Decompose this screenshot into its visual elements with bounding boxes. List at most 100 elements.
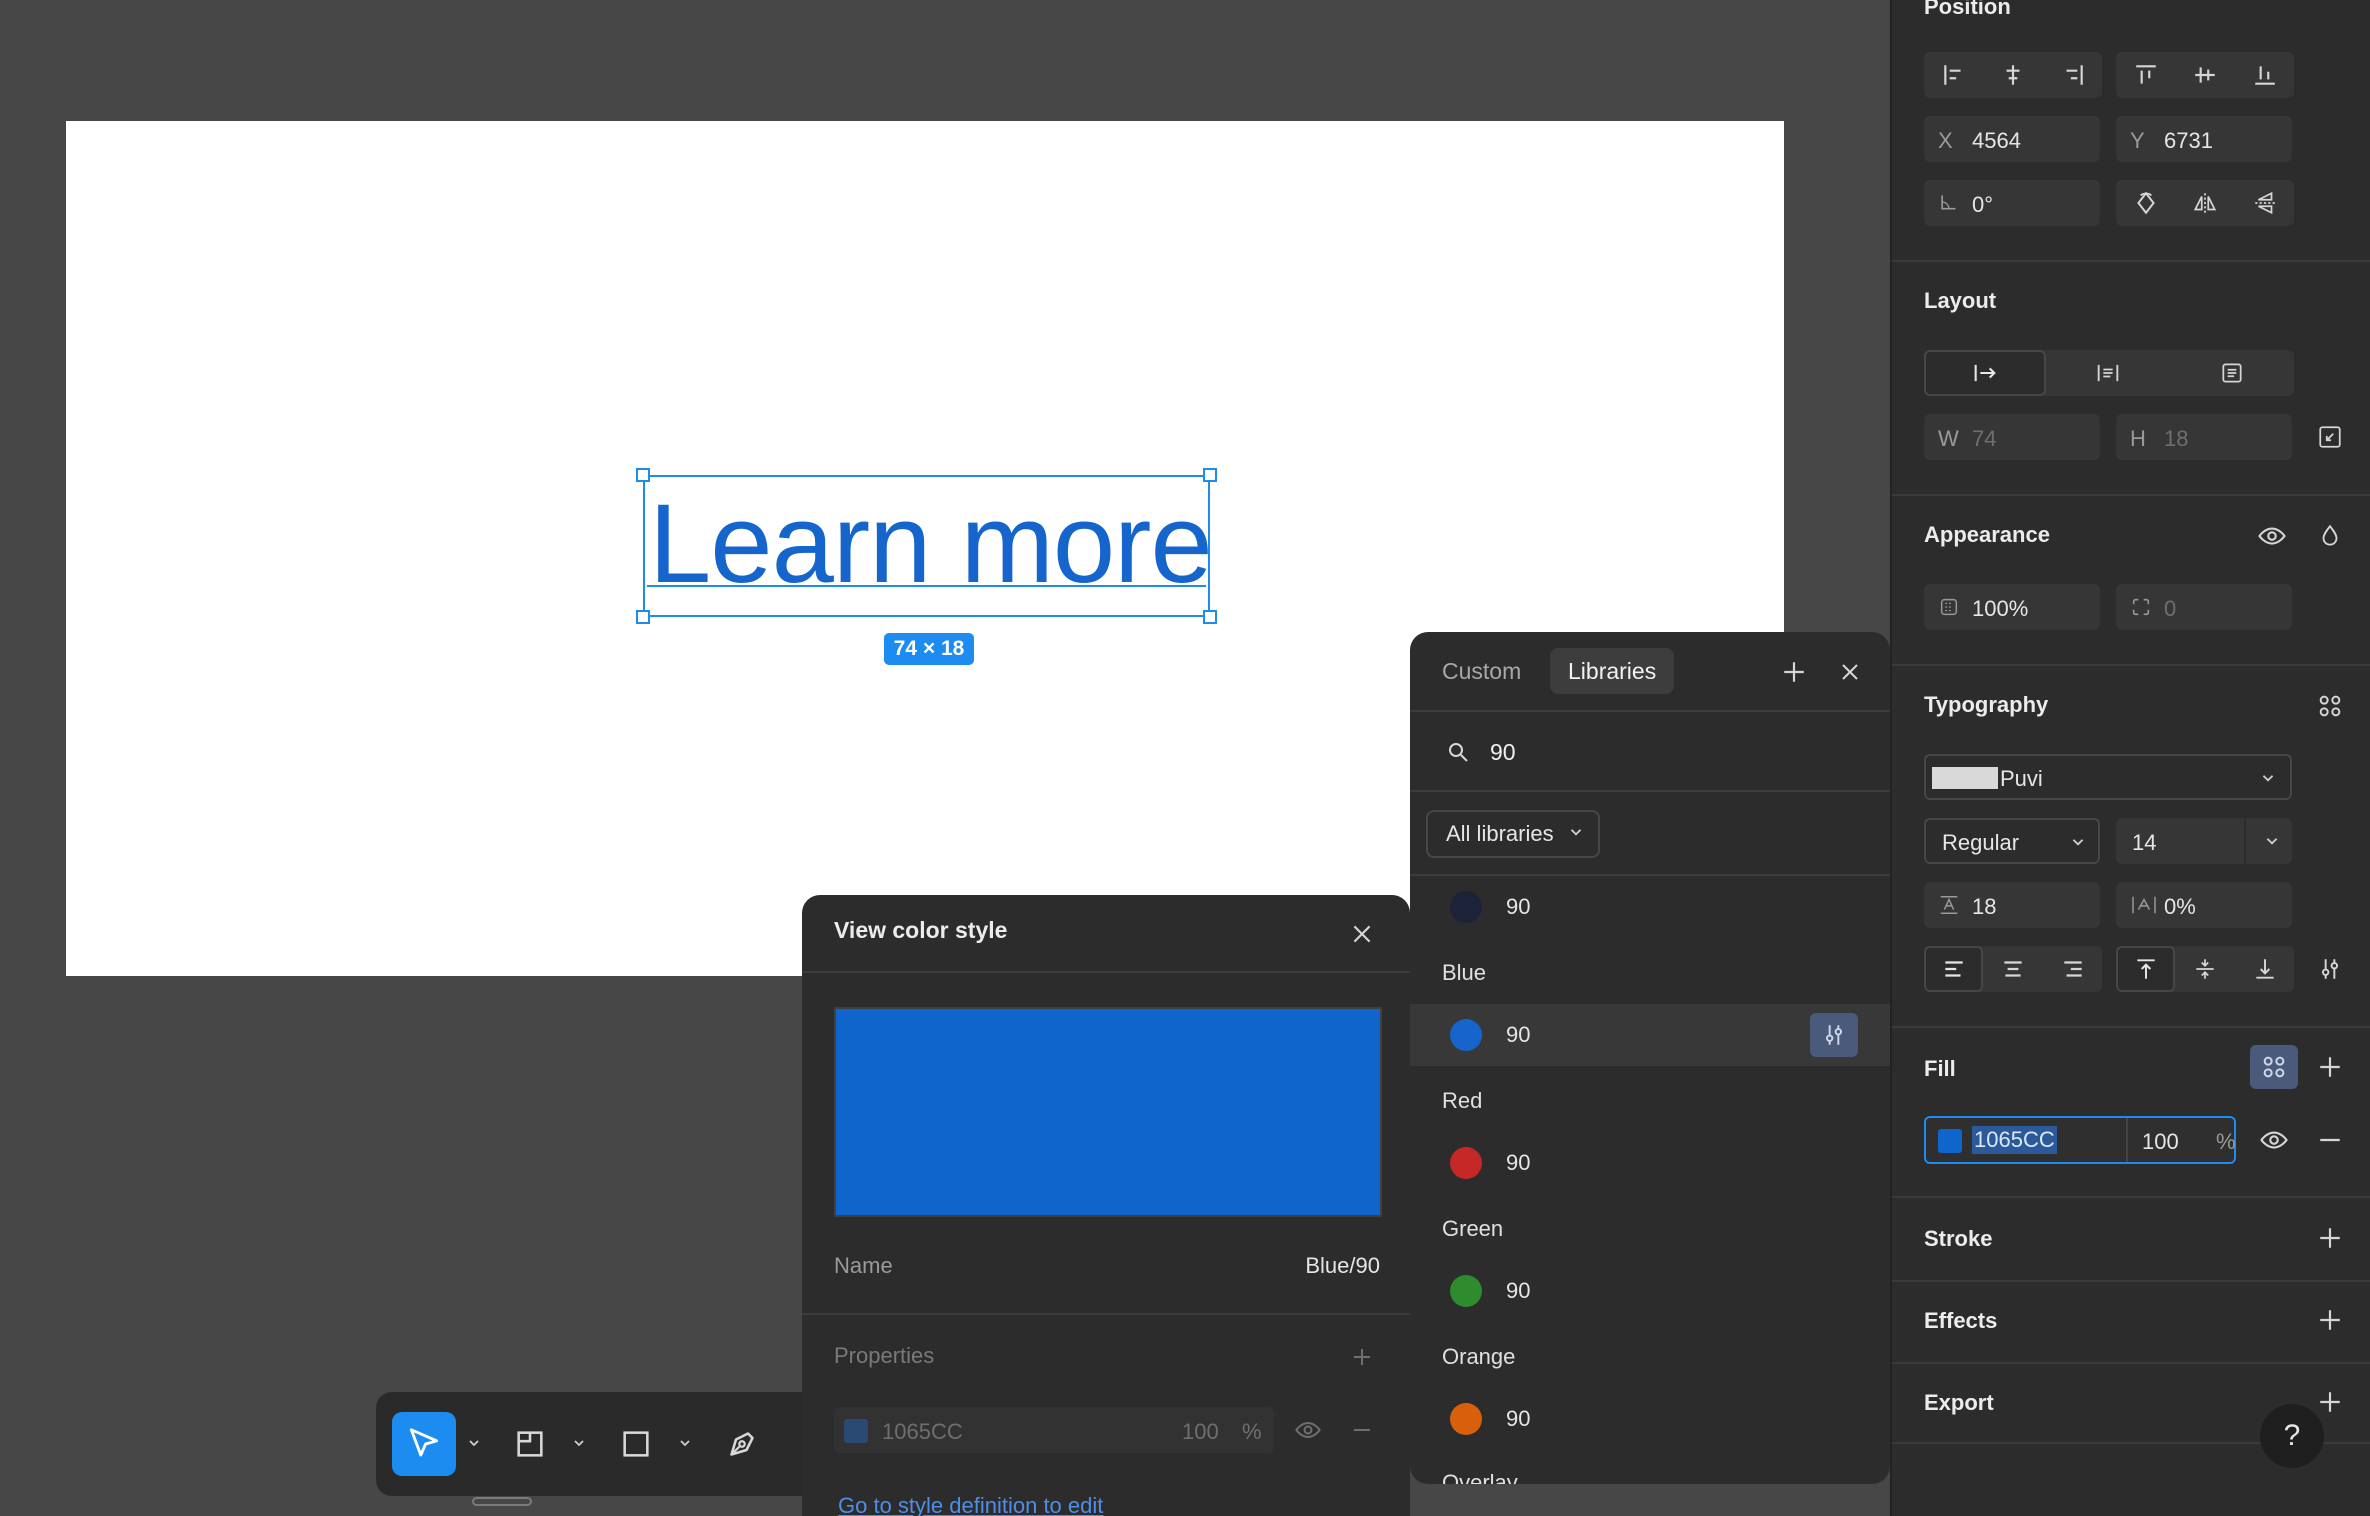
- vertical-align-group: [2116, 52, 2294, 98]
- tab-custom[interactable]: Custom: [1424, 648, 1539, 694]
- fill-hex-value[interactable]: 1065CC: [1972, 1126, 2057, 1154]
- color-search-input[interactable]: [1490, 734, 1850, 770]
- align-right-button[interactable]: [2043, 52, 2102, 98]
- align-top-button[interactable]: [2116, 52, 2175, 98]
- fill-opacity-value[interactable]: 100: [2142, 1129, 2179, 1155]
- rectangle-icon: [623, 1431, 649, 1457]
- frame-tool-chevron[interactable]: [568, 1432, 590, 1454]
- property-opacity: 100: [1182, 1419, 1219, 1444]
- font-weight-value: Regular: [1942, 830, 2020, 855]
- add-color-button[interactable]: [1772, 650, 1816, 694]
- flip-vertical-icon: [2254, 191, 2275, 215]
- height-field[interactable]: H 18: [2116, 414, 2292, 460]
- w-value: 74: [1972, 426, 1997, 451]
- align-bottom-button[interactable]: [2235, 52, 2294, 98]
- close-picker-button[interactable]: [1828, 650, 1872, 694]
- edit-style-button[interactable]: [1810, 1013, 1858, 1057]
- width-field[interactable]: W 74: [1924, 414, 2100, 460]
- text-align-left-button[interactable]: [1924, 946, 1983, 992]
- text-align-right-icon: [2063, 961, 2082, 977]
- selected-text-layer[interactable]: Learn more: [636, 468, 1217, 624]
- close-icon: [1353, 925, 1371, 943]
- corner-radius-field[interactable]: 0: [2116, 584, 2292, 630]
- add-stroke-button[interactable]: [2308, 1216, 2352, 1260]
- resize-handle-bottom-left[interactable]: [636, 610, 650, 624]
- y-position-field[interactable]: Y 6731: [2116, 116, 2292, 162]
- blend-mode-button[interactable]: [2308, 514, 2352, 558]
- font-family-value: Puvi: [2000, 766, 2043, 791]
- resize-options-button[interactable]: [2308, 415, 2352, 459]
- toolbar-drag-handle[interactable]: [472, 1497, 532, 1506]
- move-tool-button[interactable]: [392, 1412, 456, 1476]
- text-styles-button[interactable]: [2308, 684, 2352, 728]
- chevron-down-icon: [2262, 775, 2274, 782]
- property-swatch: [844, 1419, 868, 1443]
- fill-styles-button[interactable]: [2250, 1045, 2298, 1089]
- styles-grid-icon: [2319, 695, 2341, 717]
- text-align-middle-button[interactable]: [2175, 946, 2235, 992]
- go-to-style-definition-link[interactable]: Go to style definition to edit: [838, 1493, 1103, 1516]
- pen-tool-button[interactable]: [710, 1412, 774, 1476]
- fixed-size-button[interactable]: [2170, 350, 2294, 396]
- appearance-section-title: Appearance: [1924, 522, 2050, 547]
- color-item-label: 90: [1506, 894, 1531, 919]
- resize-handle-bottom-right[interactable]: [1203, 610, 1217, 624]
- auto-width-button[interactable]: [1924, 350, 2046, 396]
- font-weight-dropdown[interactable]: Regular: [1924, 818, 2100, 864]
- toggle-visibility-button[interactable]: [2250, 514, 2294, 558]
- text-align-center-button[interactable]: [1983, 946, 2043, 992]
- add-effect-button[interactable]: [2308, 1298, 2352, 1342]
- move-tool-chevron[interactable]: [463, 1432, 485, 1454]
- name-label: Name: [834, 1253, 893, 1278]
- section-divider: [1892, 1196, 2370, 1198]
- add-property-button[interactable]: [1340, 1335, 1384, 1379]
- learn-more-text[interactable]: Learn more: [649, 477, 1213, 611]
- library-filter-dropdown[interactable]: All libraries: [1426, 810, 1600, 858]
- picker-tabs: Custom Libraries: [1410, 632, 1890, 712]
- color-item[interactable]: 90: [1410, 1260, 1890, 1322]
- align-middle-button[interactable]: [2175, 52, 2235, 98]
- color-item[interactable]: 90: [1410, 1132, 1890, 1194]
- fill-visibility-toggle[interactable]: [2252, 1118, 2296, 1162]
- align-center-h-button[interactable]: [1983, 52, 2043, 98]
- color-item[interactable]: 90: [1410, 1388, 1890, 1450]
- tab-libraries[interactable]: Libraries: [1550, 648, 1675, 694]
- x-label: X: [1938, 128, 1953, 153]
- pen-icon: [730, 1432, 754, 1456]
- eye-icon: [2260, 1131, 2288, 1149]
- close-panel-button[interactable]: [1340, 912, 1384, 956]
- search-icon: [1449, 743, 1468, 762]
- line-height-value: 18: [1972, 894, 1997, 919]
- add-fill-button[interactable]: [2308, 1045, 2352, 1089]
- align-bottom-icon: [2254, 66, 2275, 85]
- rotate-button[interactable]: [2116, 180, 2175, 226]
- color-item-selected[interactable]: 90: [1410, 1004, 1890, 1066]
- flip-vertical-button[interactable]: [2235, 180, 2294, 226]
- remove-fill-button[interactable]: [2308, 1118, 2352, 1162]
- line-height-field[interactable]: 18: [1924, 882, 2100, 928]
- font-family-dropdown[interactable]: Puvi: [1924, 754, 2292, 800]
- opacity-field[interactable]: 100%: [1924, 584, 2100, 630]
- fill-color-swatch[interactable]: [1938, 1129, 1962, 1153]
- auto-height-button[interactable]: [2046, 350, 2170, 396]
- help-button[interactable]: ?: [2260, 1404, 2324, 1468]
- text-align-top-button[interactable]: [2116, 946, 2175, 992]
- color-item[interactable]: 90: [1410, 876, 1890, 938]
- text-align-right-button[interactable]: [2043, 946, 2102, 992]
- corner-radius-value: 0: [2164, 596, 2177, 621]
- type-settings-button[interactable]: [2308, 947, 2352, 991]
- rectangle-tool-button[interactable]: [604, 1412, 668, 1476]
- rectangle-tool-chevron[interactable]: [674, 1432, 696, 1454]
- frame-tool-button[interactable]: [498, 1412, 562, 1476]
- align-left-button[interactable]: [1924, 52, 1983, 98]
- flip-horizontal-button[interactable]: [2175, 180, 2235, 226]
- text-align-bottom-button[interactable]: [2235, 946, 2294, 992]
- font-size-field[interactable]: 14: [2116, 818, 2292, 864]
- fill-color-field[interactable]: 1065CC 100 %: [1924, 1116, 2236, 1164]
- align-left-icon: [1943, 65, 1960, 85]
- letter-spacing-field[interactable]: 0%: [2116, 882, 2292, 928]
- resize-handle-top-left[interactable]: [636, 468, 650, 482]
- x-position-field[interactable]: X 4564: [1924, 116, 2100, 162]
- resize-handle-top-right[interactable]: [1203, 468, 1217, 482]
- rotation-field[interactable]: 0°: [1924, 180, 2100, 226]
